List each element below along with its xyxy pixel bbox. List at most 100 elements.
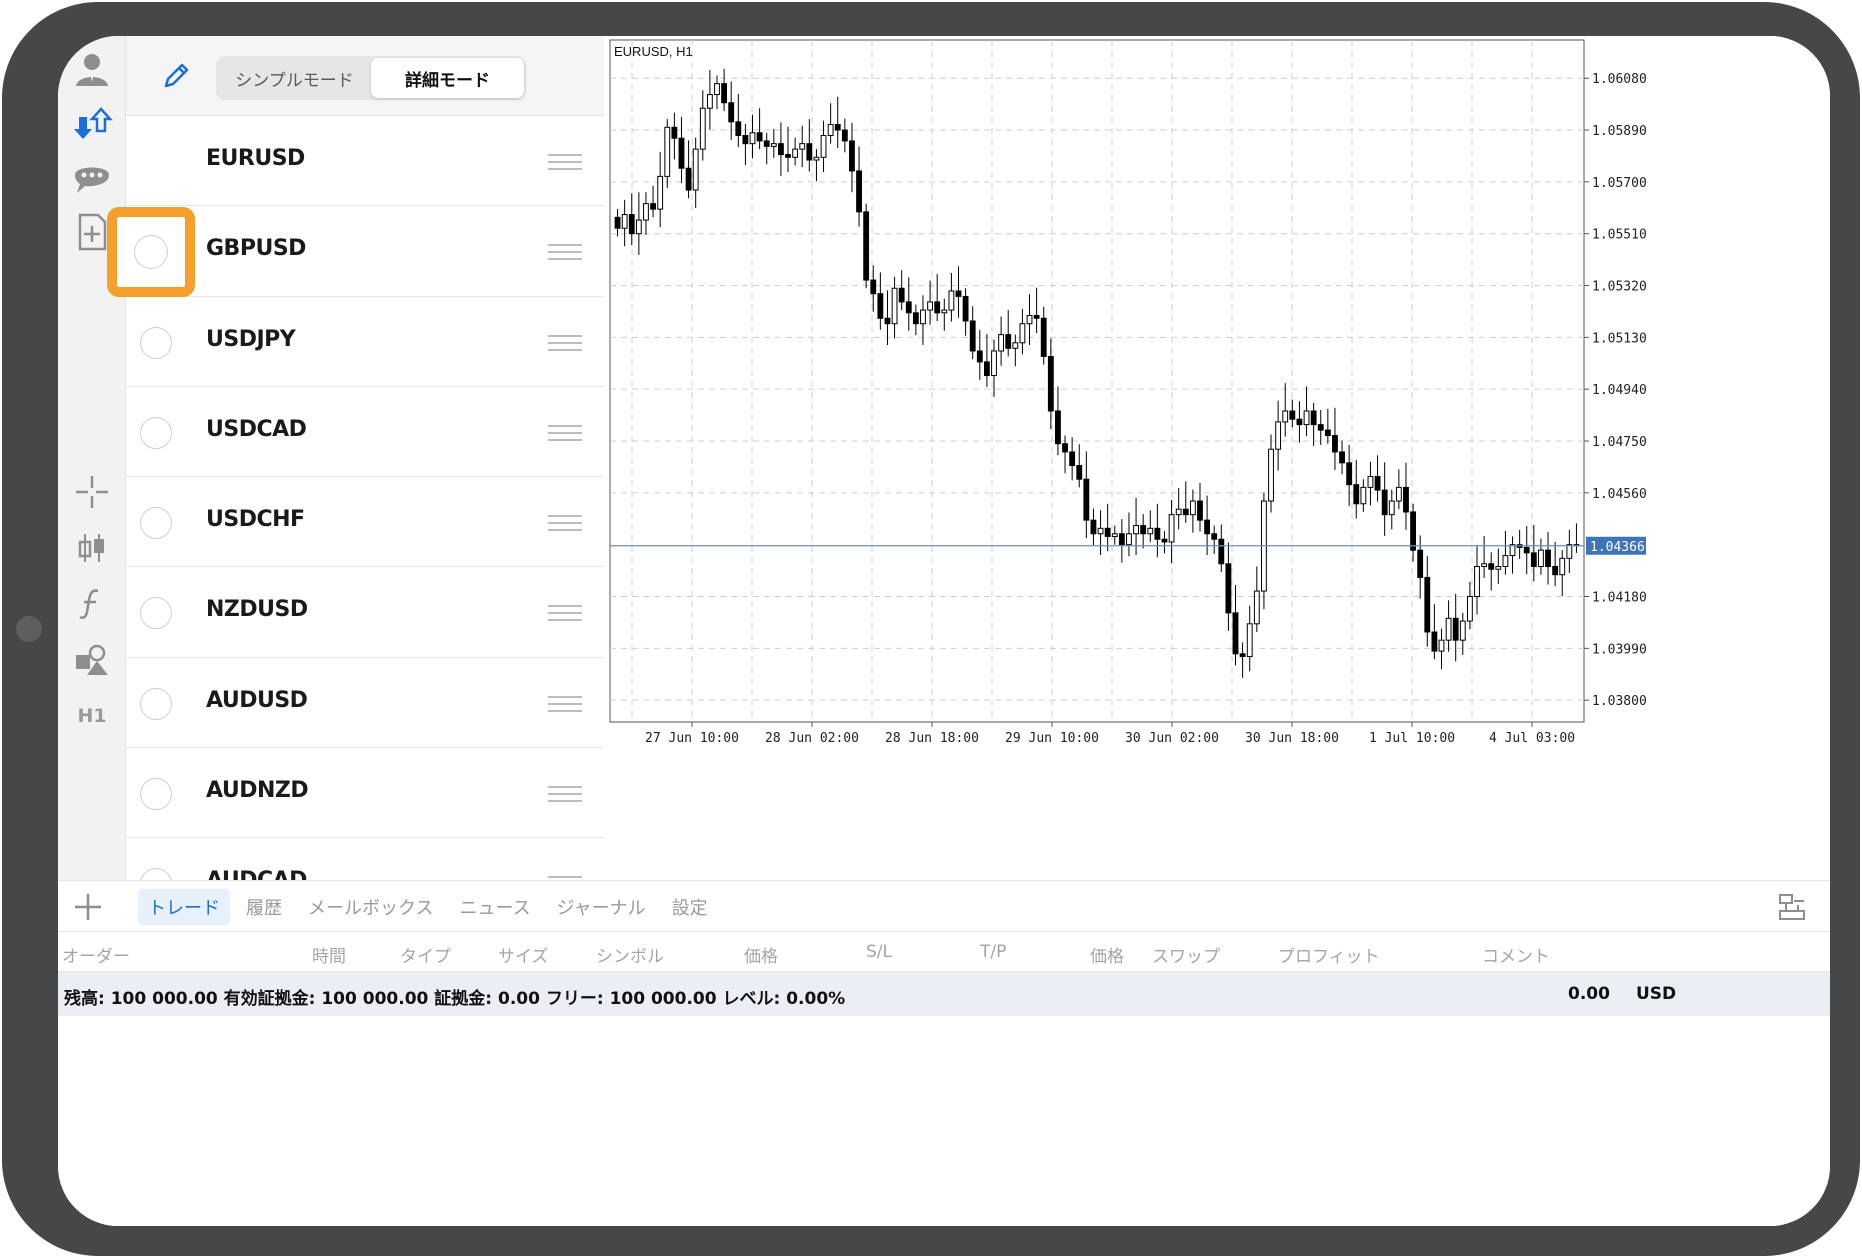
price-axis-label: 1.05130	[1592, 331, 1647, 346]
candle-body	[912, 312, 919, 325]
column-header[interactable]: オーダー	[62, 942, 130, 967]
candle-body	[1317, 424, 1324, 431]
column-header[interactable]: コメント	[1482, 942, 1550, 967]
time-axis-label: 28 Jun 18:00	[885, 731, 979, 746]
candle-body	[991, 350, 997, 377]
candle-body	[792, 148, 799, 158]
candle-body	[877, 293, 884, 319]
chart-type-icon[interactable]	[68, 524, 116, 572]
drag-handle-icon[interactable]	[548, 786, 582, 803]
chat-icon[interactable]	[68, 154, 116, 202]
candle-body	[685, 167, 692, 191]
symbol-row[interactable]: AUDNZD	[126, 748, 604, 839]
timeframe-button[interactable]: H1	[68, 692, 116, 740]
account-icon[interactable]	[68, 46, 116, 94]
add-icon[interactable]	[72, 891, 104, 923]
column-header[interactable]: 価格	[744, 942, 778, 967]
plot-frame	[609, 39, 1585, 723]
price-chart[interactable]: 1.06080 1.05890 1.05700 1.05510 1.05320 1.051…	[604, 36, 1830, 880]
symbol-name: USDCHF	[206, 507, 305, 533]
indicators-icon[interactable]	[68, 580, 116, 628]
toolbox-tab-bar: トレード 履歴 メールボックス ニュース ジャーナル 設定	[58, 880, 1830, 932]
simple-mode-button[interactable]: シンプルモード	[218, 58, 371, 98]
symbol-row[interactable]: USDCAD	[126, 387, 604, 478]
candle-body	[1268, 448, 1274, 502]
candle-body	[820, 134, 827, 158]
column-header[interactable]: T/P	[980, 942, 1006, 962]
drag-handle-icon[interactable]	[548, 424, 582, 441]
drag-handle-icon[interactable]	[548, 154, 582, 170]
symbol-row[interactable]: USDJPY	[126, 297, 604, 387]
drag-handle-icon[interactable]	[548, 605, 582, 622]
column-header[interactable]: 時間	[312, 942, 346, 967]
candle-body	[1367, 475, 1374, 488]
crosshair-icon[interactable]	[68, 468, 116, 516]
candle-body	[1388, 500, 1395, 516]
account-summary-row: 残高: 100 000.00 有効証拠金: 100 000.00 証拠金: 0.…	[58, 972, 1830, 1016]
select-radio[interactable]	[140, 778, 172, 811]
layout-switch-icon[interactable]	[1776, 891, 1808, 923]
symbol-row[interactable]: EURUSD	[126, 116, 604, 207]
candle-body	[1161, 538, 1168, 543]
candle-body	[699, 107, 706, 150]
candle-body	[998, 334, 1005, 352]
candle-body	[1374, 475, 1381, 491]
select-radio[interactable]	[140, 597, 172, 630]
symbol-row[interactable]: NZDUSD	[126, 567, 604, 658]
toolbox-tabs: トレード 履歴 メールボックス ニュース ジャーナル 設定	[138, 889, 724, 925]
symbol-row[interactable]: AUDUSD	[126, 658, 604, 749]
candle-body	[1232, 612, 1239, 655]
select-radio[interactable]	[140, 868, 172, 880]
gbpusd-select-radio[interactable]	[134, 235, 168, 269]
candle-body	[756, 132, 763, 142]
candle-body	[1481, 563, 1488, 568]
mode-segmented-control: シンプルモード 詳細モード	[216, 56, 526, 100]
candle-body	[898, 287, 905, 303]
toolbox-tab[interactable]: 履歴	[236, 889, 292, 925]
pencil-edit-icon[interactable]	[160, 60, 192, 92]
drag-handle-icon[interactable]	[548, 515, 582, 532]
trade-transfer-icon[interactable]	[68, 100, 116, 148]
select-radio[interactable]	[140, 416, 172, 449]
toolbox-tab[interactable]: ニュース	[449, 889, 540, 925]
column-header[interactable]: S/L	[866, 942, 892, 962]
symbol-row[interactable]: USDCHF	[126, 477, 604, 568]
price-axis-label: 1.03990	[1592, 642, 1647, 657]
toolbox-tab[interactable]: メールボックス	[298, 889, 443, 925]
price-axis-label: 1.04180	[1592, 591, 1647, 606]
drag-handle-icon[interactable]	[548, 695, 582, 712]
chart-canvas: 1.06080 1.05890 1.05700 1.05510 1.05320 1.051…	[609, 39, 1647, 746]
drag-handle-icon[interactable]	[548, 334, 582, 351]
candle-body	[1246, 623, 1253, 658]
price-axis-label: 1.06080	[1592, 72, 1647, 87]
select-radio[interactable]	[140, 507, 172, 540]
candle-body	[1495, 566, 1502, 570]
candle-body	[1339, 451, 1345, 464]
objects-icon[interactable]	[68, 636, 116, 684]
detail-mode-button[interactable]: 詳細モード	[371, 58, 524, 98]
symbol-row[interactable]: AUDCAD	[126, 838, 604, 880]
toolbox-tab[interactable]: 設定	[662, 889, 718, 925]
candle-body	[1566, 544, 1573, 559]
column-header[interactable]: プロフィット	[1278, 942, 1380, 967]
column-header[interactable]: 価格	[1090, 942, 1124, 967]
candle-body	[1118, 533, 1125, 546]
candle-body	[927, 301, 933, 311]
select-radio[interactable]	[140, 687, 172, 720]
toolbox-tab[interactable]: ジャーナル	[547, 889, 656, 925]
toolbox-tab[interactable]: トレード	[138, 889, 230, 925]
toolbox-panel: トレード 履歴 メールボックス ニュース ジャーナル 設定 オーダー 時間 タイプ サイズ シンボ…	[58, 880, 1830, 1226]
drag-handle-icon[interactable]	[548, 244, 582, 261]
select-radio[interactable]	[140, 326, 172, 359]
column-header[interactable]: タイプ	[400, 942, 451, 967]
column-header[interactable]: サイズ	[498, 942, 549, 967]
column-header[interactable]: スワップ	[1152, 942, 1220, 967]
candle-body	[1538, 549, 1544, 568]
tablet-bezel: H1 シンプルモード 詳細モード EURUSD GBPUSD USDJPY USDCA…	[2, 2, 1860, 1256]
symbol-row[interactable]: GBPUSD	[126, 206, 604, 297]
price-axis-label: 1.05510	[1592, 228, 1647, 243]
candle-body	[841, 129, 848, 142]
candle-body	[1289, 410, 1296, 420]
column-header[interactable]: シンボル	[596, 942, 664, 967]
left-icon-rail: H1	[58, 36, 126, 880]
